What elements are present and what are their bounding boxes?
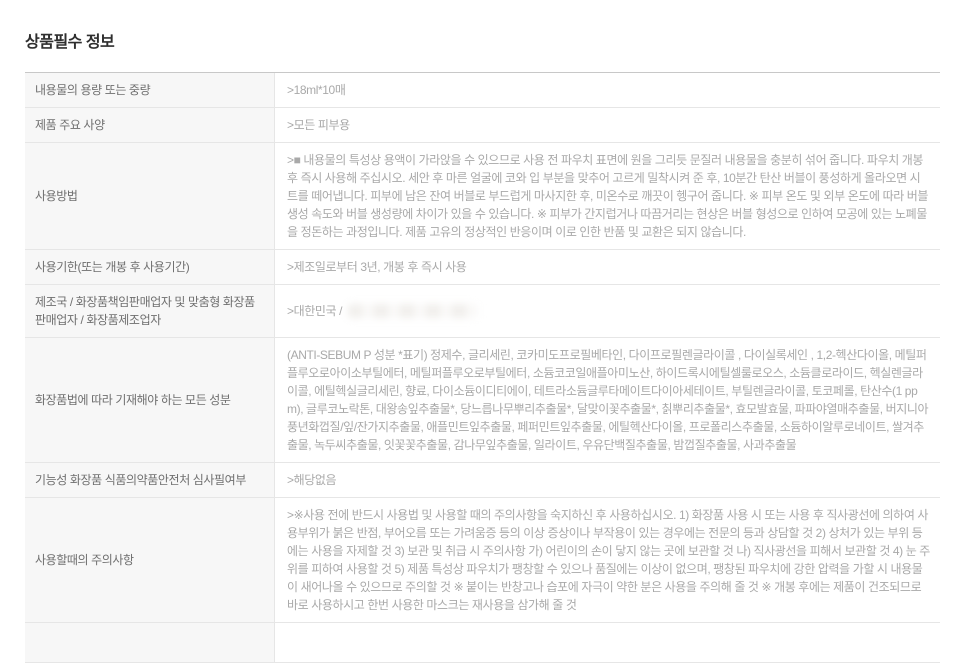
row-value-text: >■ 내용물의 특성상 용액이 가라앉을 수 있으므로 사용 전 파우치 표면에… xyxy=(287,151,930,241)
row-value-text: >대한민국 / xyxy=(287,302,342,320)
row-value-text: >제조일로부터 3년, 개봉 후 즉시 사용 xyxy=(287,258,466,276)
row-label: 내용물의 용량 또는 중량 xyxy=(25,73,275,107)
row-label: 사용할때의 주의사항 xyxy=(25,498,275,622)
row-label xyxy=(25,623,275,662)
row-label: 제품 주요 사양 xyxy=(25,108,275,142)
row-value-text: >18ml*10매 xyxy=(287,81,345,99)
table-row: 내용물의 용량 또는 중량 >18ml*10매 xyxy=(25,73,940,108)
table-row xyxy=(25,623,940,663)
redacted-blur xyxy=(348,304,478,318)
row-value: >모든 피부용 xyxy=(275,108,940,142)
row-value-text: >해당없음 xyxy=(287,471,336,489)
table-row: 사용기한(또는 개봉 후 사용기간) >제조일로부터 3년, 개봉 후 즉시 사… xyxy=(25,250,940,285)
row-label: 사용기한(또는 개봉 후 사용기간) xyxy=(25,250,275,284)
page-title: 상품필수 정보 xyxy=(25,28,940,52)
row-value: (ANTI-SEBUM P 성분 *표기) 정제수, 글리세린, 코카미도프로필… xyxy=(275,338,940,462)
row-value-text: >모든 피부용 xyxy=(287,116,350,134)
row-value-text: >※사용 전에 반드시 사용법 및 사용할 때의 주의사항을 숙지하신 후 사용… xyxy=(287,506,930,614)
table-row: 사용할때의 주의사항 >※사용 전에 반드시 사용법 및 사용할 때의 주의사항… xyxy=(25,498,940,623)
table-row: 기능성 화장품 식품의약품안전처 심사필여부 >해당없음 xyxy=(25,463,940,498)
row-value xyxy=(275,623,940,662)
row-label: 기능성 화장품 식품의약품안전처 심사필여부 xyxy=(25,463,275,497)
row-label: 화장품법에 따라 기재해야 하는 모든 성분 xyxy=(25,338,275,462)
row-value-text: (ANTI-SEBUM P 성분 *표기) 정제수, 글리세린, 코카미도프로필… xyxy=(287,346,930,454)
row-value: >■ 내용물의 특성상 용액이 가라앉을 수 있으므로 사용 전 파우치 표면에… xyxy=(275,143,940,249)
table-row: 화장품법에 따라 기재해야 하는 모든 성분 (ANTI-SEBUM P 성분 … xyxy=(25,338,940,463)
row-label: 제조국 / 화장품책임판매업자 및 맞춤형 화장품판매업자 / 화장품제조업자 xyxy=(25,285,275,337)
table-row: 제품 주요 사양 >모든 피부용 xyxy=(25,108,940,143)
product-info-section: 상품필수 정보 내용물의 용량 또는 중량 >18ml*10매 제품 주요 사양… xyxy=(0,28,955,663)
row-value: >18ml*10매 xyxy=(275,73,940,107)
product-info-table: 내용물의 용량 또는 중량 >18ml*10매 제품 주요 사양 >모든 피부용… xyxy=(25,72,940,663)
row-value: >해당없음 xyxy=(275,463,940,497)
table-row: 사용방법 >■ 내용물의 특성상 용액이 가라앉을 수 있으므로 사용 전 파우… xyxy=(25,143,940,250)
row-value: >제조일로부터 3년, 개봉 후 즉시 사용 xyxy=(275,250,940,284)
table-row: 제조국 / 화장품책임판매업자 및 맞춤형 화장품판매업자 / 화장품제조업자 … xyxy=(25,285,940,338)
row-value: >대한민국 / xyxy=(275,285,940,337)
row-label: 사용방법 xyxy=(25,143,275,249)
row-value: >※사용 전에 반드시 사용법 및 사용할 때의 주의사항을 숙지하신 후 사용… xyxy=(275,498,940,622)
